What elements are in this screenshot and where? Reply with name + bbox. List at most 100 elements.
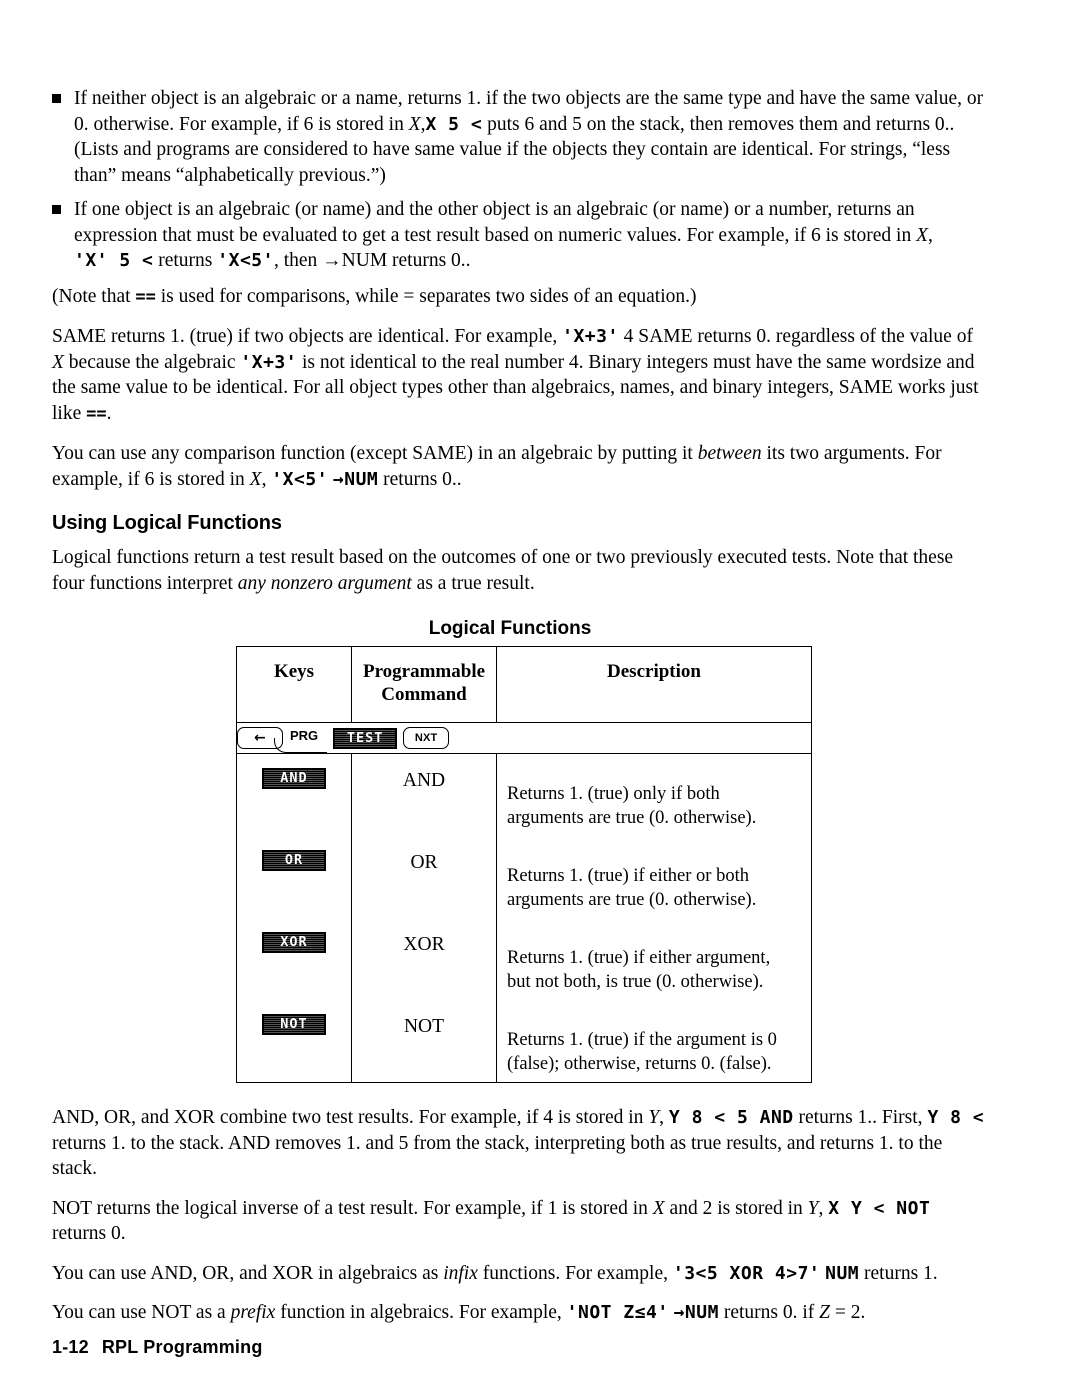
text-part: You can use any comparison function (exc… — [52, 443, 698, 464]
text-part: NOT returns the logical inverse of a tes… — [52, 1197, 653, 1219]
bullet-marker-icon — [52, 205, 61, 214]
footer-page-number: 1-12 — [52, 1337, 89, 1357]
text-part: and 2 is stored in — [664, 1197, 808, 1219]
description-line1: Returns 1. (true) only if both — [507, 784, 720, 804]
code-snippet: X Y < NOT — [828, 1197, 931, 1219]
text-part: returns 0.. — [378, 468, 462, 490]
menu-key-or[interactable]: OR — [262, 850, 326, 871]
cell-command: XOR — [351, 918, 497, 1000]
description-line1: Returns 1. (true) if the argument is 0 — [507, 1030, 777, 1050]
text-part: as a true result. — [411, 572, 535, 594]
text-part: is used for comparisons, while = separat… — [155, 285, 697, 307]
code-snippet: == — [86, 403, 107, 424]
table-row: AND AND Returns 1. (true) only if both a… — [236, 753, 812, 836]
cell-command: AND — [351, 753, 497, 836]
text-part: You can use NOT as a — [52, 1302, 231, 1323]
key-sequence: ← PRG TEST NXT — [237, 723, 811, 753]
cell-keys: AND — [236, 753, 352, 836]
code-snippet: 'X' 5 < — [74, 250, 154, 271]
code-snippet: X 5 < — [425, 113, 483, 135]
description-line1: Returns 1. (true) if either argument, — [507, 948, 771, 968]
bullet-marker-icon — [52, 94, 61, 103]
cell-description: Returns 1. (true) only if both arguments… — [496, 753, 812, 836]
code-snippet: NUM — [825, 1262, 860, 1284]
text-part: because the algebraic — [63, 351, 241, 373]
text-part: = 2. — [830, 1302, 866, 1323]
table-keypath-row-group: ← PRG TEST NXT — [236, 722, 812, 754]
emphasis-any-nonzero-argument: any nonzero argument — [237, 572, 412, 594]
menu-key-test[interactable]: TEST — [333, 727, 398, 749]
section-heading-using-logical-functions: Using Logical Functions — [52, 512, 282, 534]
text-part: returns 1. to the stack. AND removes 1. … — [52, 1132, 943, 1180]
cell-description: Returns 1. (true) if the argument is 0 (… — [496, 1000, 812, 1083]
text-part: 4 SAME returns 0. regardless of the valu… — [618, 326, 973, 347]
bullet-text-part: If one object is an algebraic (or name) … — [74, 199, 917, 246]
code-snippet: '3<5 XOR 4>7' — [672, 1262, 821, 1284]
column-header-line2: Command — [381, 684, 467, 705]
code-snippet: →NUM — [673, 1302, 719, 1323]
column-header-description: Description — [496, 646, 812, 723]
bullet-text-part: , — [928, 224, 933, 246]
variable-z: Z — [819, 1302, 830, 1323]
text-part: returns 1.. First, — [793, 1107, 928, 1128]
code-snippet: 'X+3' — [240, 351, 298, 373]
table-body-functions: AND AND Returns 1. (true) only if both a… — [236, 753, 812, 1083]
column-header-keys: Keys — [236, 646, 352, 723]
text-part: SAME returns 1. (true) if two objects ar… — [52, 326, 563, 347]
cell-description: Returns 1. (true) if either argument, bu… — [496, 918, 812, 1000]
cell-description: Returns 1. (true) if either or both argu… — [496, 836, 812, 918]
code-snippet: == — [135, 286, 156, 307]
paragraph-and-or-xor: AND, OR, and XOR combine two test result… — [52, 1105, 986, 1182]
logical-functions-table-wrapper: Logical Functions Keys Programmable Comm… — [52, 618, 986, 1083]
menu-key-not[interactable]: NOT — [262, 1014, 326, 1035]
text-part: returns 0. — [52, 1223, 126, 1244]
text-part: You can use AND, OR, and XOR in algebrai… — [52, 1262, 444, 1284]
column-header-programmable-command: Programmable Command — [351, 646, 497, 723]
table-row: NOT NOT Returns 1. (true) if the argumen… — [236, 1000, 812, 1083]
left-arrow-icon: ← — [254, 730, 266, 746]
code-snippet: Y 8 < 5 AND — [668, 1107, 794, 1128]
description-line1: Returns 1. (true) if either or both — [507, 866, 749, 886]
cell-keys: OR — [236, 836, 352, 918]
description-line2: (false); otherwise, returns 0. (false). — [507, 1054, 772, 1074]
text-part: . — [106, 402, 112, 424]
emphasis-prefix: prefix — [230, 1302, 276, 1323]
table-row-keypath: ← PRG TEST NXT — [236, 722, 812, 754]
variable-x: X — [916, 224, 929, 246]
paragraph-infix-algebraics: You can use AND, OR, and XOR in algebrai… — [52, 1261, 986, 1287]
emphasis-between: between — [697, 443, 762, 464]
code-snippet: 'X<5' — [271, 468, 329, 490]
bullet-list: If neither object is an algebraic or a n… — [52, 86, 986, 274]
cell-keys: NOT — [236, 1000, 352, 1083]
paragraph-same-returns: SAME returns 1. (true) if two objects ar… — [52, 324, 986, 427]
bullet-text-part: returns — [153, 250, 218, 271]
keypath-cell: ← PRG TEST NXT — [236, 722, 812, 754]
bullet-text-part: , then →NUM returns 0.. — [273, 250, 471, 271]
column-header-line1: Programmable — [362, 661, 486, 682]
table-header-row: Keys Programmable Command Description — [236, 646, 812, 723]
menu-key-and[interactable]: AND — [262, 768, 326, 789]
description-line2: arguments are true (0. otherwise). — [507, 808, 757, 828]
text-part: , — [659, 1107, 669, 1128]
variable-x: X — [408, 113, 421, 135]
variable-x: X — [652, 1197, 665, 1219]
document-page: If neither object is an algebraic or a n… — [0, 0, 1080, 1397]
emphasis-infix: infix — [443, 1262, 478, 1284]
code-snippet: 'NOT Z≤4' — [566, 1302, 669, 1323]
left-shift-key[interactable]: ← — [237, 727, 283, 749]
nxt-key[interactable]: NXT — [403, 727, 450, 749]
cell-keys: XOR — [236, 918, 352, 1000]
menu-key-xor[interactable]: XOR — [262, 932, 326, 953]
cell-command: NOT — [351, 1000, 497, 1083]
code-snippet: →NUM — [332, 468, 379, 490]
bullet-item: If one object is an algebraic (or name) … — [52, 197, 986, 274]
text-part: returns 1. — [859, 1262, 938, 1284]
page-content: If neither object is an algebraic or a n… — [52, 86, 986, 1340]
table-row: XOR XOR Returns 1. (true) if either argu… — [236, 918, 812, 1000]
table-header: Keys Programmable Command Description — [236, 646, 812, 723]
variable-y: Y — [807, 1197, 819, 1219]
text-part: , — [818, 1197, 829, 1219]
paragraph-note-equals: (Note that == is used for comparisons, w… — [52, 284, 986, 311]
text-part: returns 0. if — [718, 1302, 820, 1323]
paragraph-comparison-infix: You can use any comparison function (exc… — [52, 441, 986, 492]
